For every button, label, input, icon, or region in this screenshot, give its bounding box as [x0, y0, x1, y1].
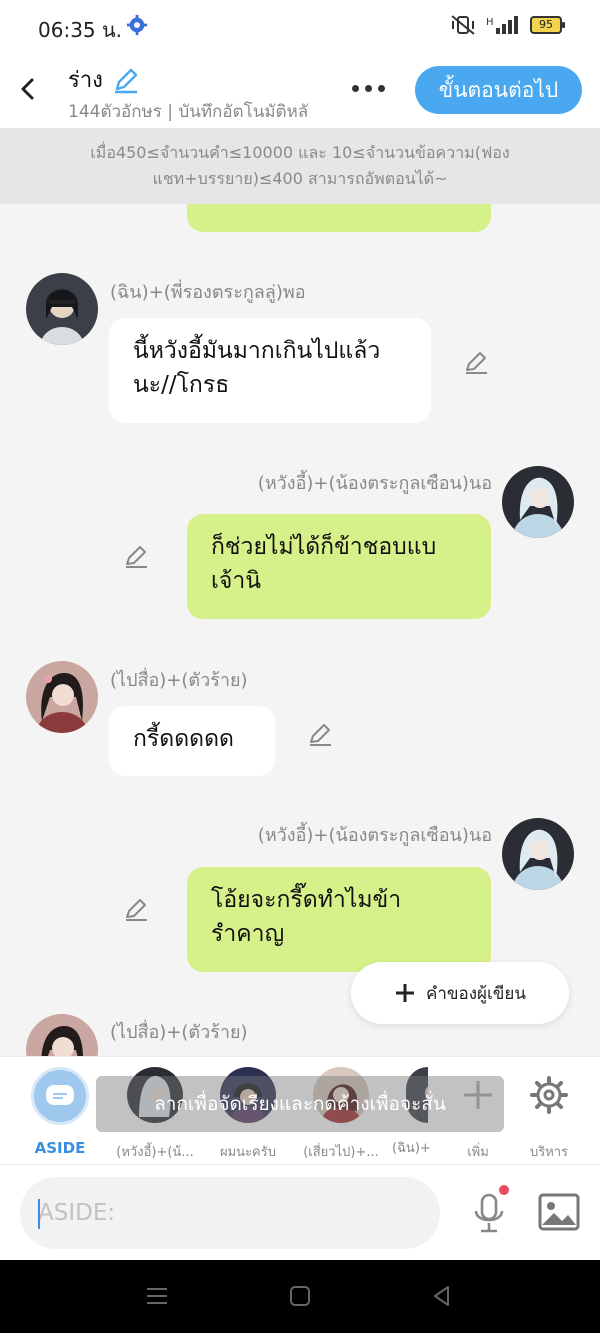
aside-chat-icon — [31, 1067, 89, 1125]
edit-message-pencil-icon[interactable] — [122, 895, 150, 923]
header: ร่าง 144ตัวอักษร | บันทึกอัตโนมัติหลั ขั… — [0, 54, 600, 128]
message-text: โอ้ยจะกรี๊ดทำไมข้า — [211, 887, 402, 913]
character-avatar[interactable] — [502, 818, 574, 890]
message-text: รำคาญ — [211, 921, 285, 947]
publish-requirement-notice: เมื่อ450≤จำนวนคำ≤10000 และ 10≤จำนวนข้อคว… — [0, 128, 600, 204]
next-step-button[interactable]: ขั้นตอนต่อไป — [415, 66, 582, 114]
back-triangle-icon[interactable] — [430, 1284, 454, 1308]
message-text: ก็ช่วยไม่ได้ก็ข้าชอบแบ — [211, 534, 437, 560]
character-label: (หวังอี้)+(น้... — [116, 1145, 194, 1160]
input-bar — [0, 1164, 600, 1260]
manage-characters-button[interactable]: บริหาร — [504, 1067, 594, 1162]
manage-label: บริหาร — [529, 1145, 569, 1160]
author-note-button[interactable]: คำของผู้เขียน — [351, 962, 569, 1024]
edit-message-pencil-icon[interactable] — [306, 720, 334, 748]
notice-line: เมื่อ450≤จำนวนคำ≤10000 และ 10≤จำนวนข้อคว… — [90, 143, 510, 162]
message-bubble[interactable]: กรี้ดดดดด — [109, 706, 275, 776]
speaker-name: (ไปสื่อ)+(ตัวร้าย) — [110, 1022, 248, 1043]
message-bubble-partial[interactable] — [187, 204, 491, 232]
image-upload-icon[interactable] — [538, 1193, 580, 1231]
speaker-name: (ฉิน)+(พี่รองตระกูลลู่)พอ — [110, 282, 306, 303]
svg-text:H: H — [486, 17, 494, 28]
microphone-icon[interactable] — [470, 1185, 510, 1235]
edit-message-pencil-icon[interactable] — [462, 348, 490, 376]
speaker-name: (หวังอี้)+(น้องตระกูลเซือน)นอ — [257, 825, 492, 846]
more-options-icon[interactable] — [352, 78, 392, 98]
toast-message: ลากเพื่อจัดเรียงและกดค้างเพื่อจะสั่น — [96, 1076, 504, 1132]
edit-title-pencil-icon[interactable] — [111, 65, 141, 95]
message-text: นี้หวังอี้มันมากเกินไปแล้ว — [133, 338, 381, 364]
notice-line: แชท+บรรยาย)≤400 สามารถอัพตอนได้~ — [152, 169, 448, 188]
message-bubble[interactable]: นี้หวังอี้มันมากเกินไปแล้ว นะ//โกรธ — [109, 318, 431, 423]
signal-icon: H — [486, 16, 518, 34]
home-icon[interactable] — [288, 1284, 312, 1308]
character-avatar[interactable] — [26, 273, 98, 345]
status-icons: H 95 — [450, 14, 565, 36]
settings-gear-icon — [126, 14, 148, 36]
character-aside[interactable]: ASIDE — [15, 1067, 105, 1157]
message-bubble[interactable]: ก็ช่วยไม่ได้ก็ข้าชอบแบ เจ้านิ — [187, 514, 491, 619]
message-text: นะ//โกรธ — [133, 372, 230, 398]
battery-icon: 95 — [530, 16, 565, 34]
message-bubble[interactable]: โอ้ยจะกรี๊ดทำไมข้า รำคาญ — [187, 867, 491, 972]
message-input[interactable] — [20, 1177, 440, 1249]
status-bar: 06:35 น. H 95 — [0, 0, 600, 54]
message-text: กรี้ดดดดด — [133, 726, 234, 752]
character-label: ผมนะครับ — [220, 1145, 276, 1160]
settings-gear-icon — [530, 1076, 568, 1114]
plus-icon — [395, 984, 414, 1002]
system-nav-bar — [0, 1260, 600, 1333]
character-avatar[interactable] — [502, 466, 574, 538]
vibrate-mute-icon — [451, 15, 475, 35]
page-title: ร่าง — [68, 68, 103, 93]
text-caret — [38, 1199, 40, 1229]
chat-area[interactable]: (ฉิน)+(พี่รองตระกูลลู่)พอ นี้หวังอี้มันม… — [0, 204, 600, 1056]
speaker-name: (หวังอี้)+(น้องตระกูลเซือน)นอ — [257, 473, 492, 494]
character-avatar[interactable] — [26, 661, 98, 733]
character-label: (ฉิน)+ — [392, 1141, 431, 1156]
back-arrow-icon[interactable] — [14, 72, 44, 106]
menu-icon[interactable] — [145, 1284, 169, 1308]
aside-label: ASIDE — [34, 1139, 86, 1157]
title-row: ร่าง — [68, 62, 141, 97]
character-avatar[interactable] — [26, 1014, 98, 1056]
edit-message-pencil-icon[interactable] — [122, 542, 150, 570]
speaker-name: (ไปสื่อ)+(ตัวร้าย) — [110, 670, 248, 691]
status-time: 06:35 น. — [38, 18, 123, 42]
message-text: เจ้านิ — [211, 568, 261, 594]
author-note-label: คำของผู้เขียน — [425, 983, 527, 1004]
char-count-autosave: 144ตัวอักษร | บันทึกอัตโนมัติหลั — [68, 102, 309, 122]
